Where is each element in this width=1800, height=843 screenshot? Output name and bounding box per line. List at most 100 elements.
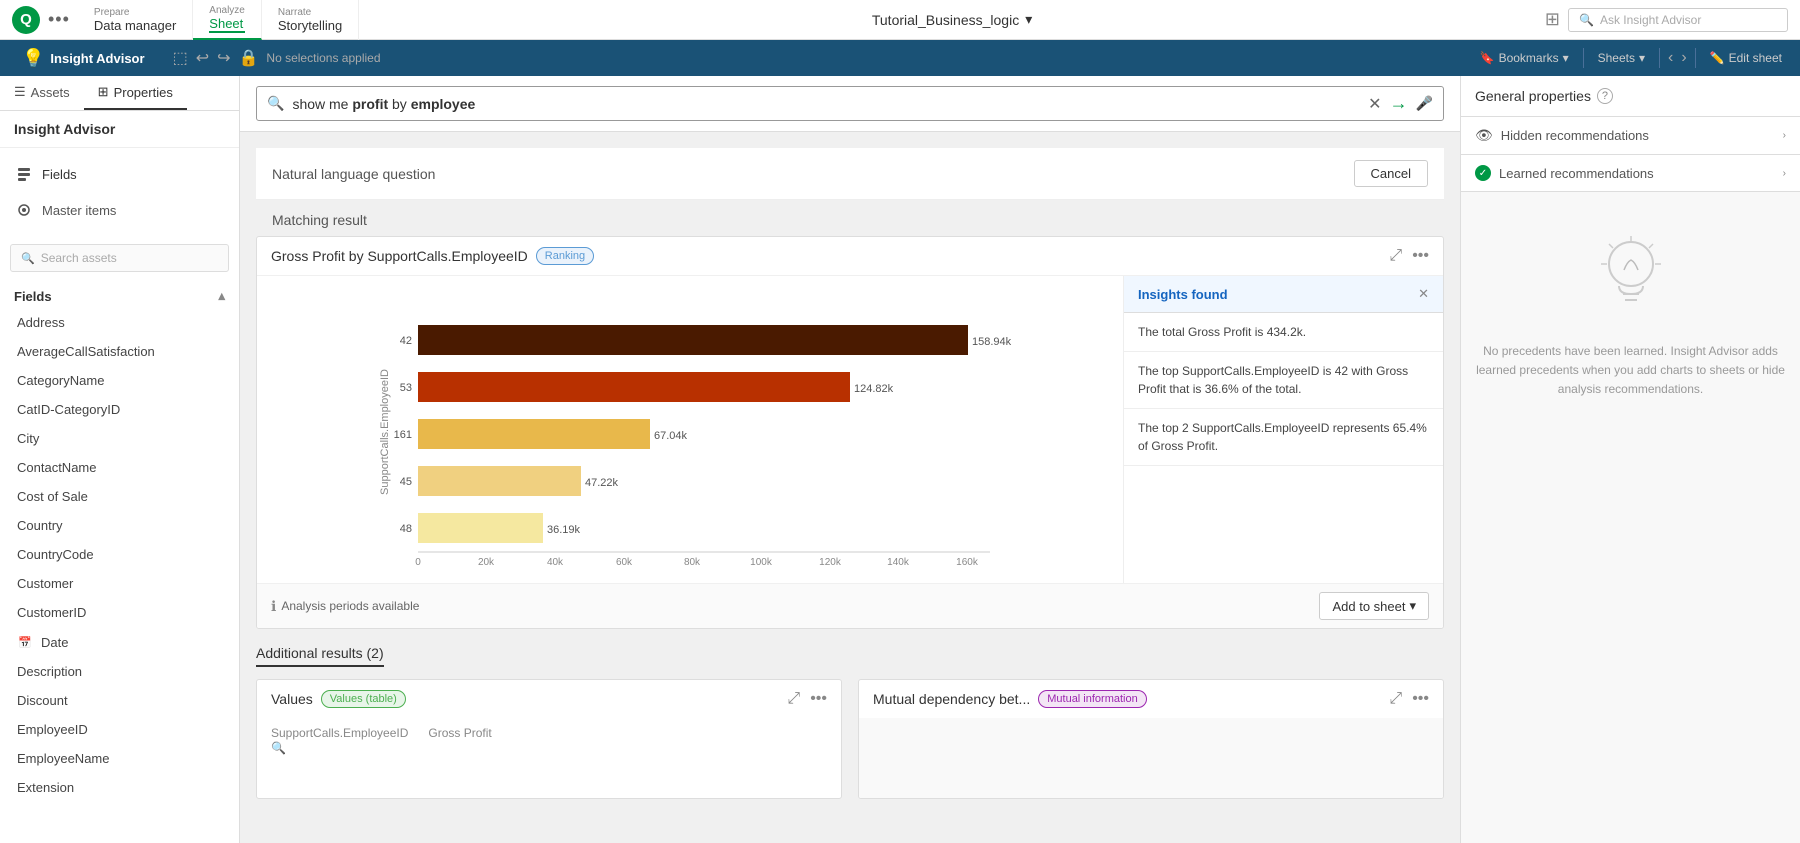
qlik-logo: Q bbox=[12, 6, 40, 34]
nav-fields[interactable]: Fields bbox=[0, 156, 239, 192]
no-selection-label: No selections applied bbox=[266, 51, 380, 65]
submit-query-button[interactable]: → bbox=[1390, 93, 1408, 114]
field-costofsale-text: Cost of Sale bbox=[17, 489, 88, 504]
lightbulb-illustration bbox=[1591, 232, 1671, 322]
field-item-discount[interactable]: Discount bbox=[0, 686, 239, 715]
fields-list: Address AverageCallSatisfaction Category… bbox=[0, 308, 239, 843]
sheets-button[interactable]: Sheets ▾ bbox=[1592, 49, 1651, 67]
ask-insight-input[interactable]: 🔍 Ask Insight Advisor bbox=[1568, 8, 1788, 32]
field-item-countrycode[interactable]: CountryCode bbox=[0, 540, 239, 569]
date-calendar-icon: 📅 bbox=[17, 634, 33, 650]
clear-query-button[interactable]: ✕ bbox=[1368, 94, 1381, 114]
hidden-recommendations-header[interactable]: 👁 Hidden recommendations › bbox=[1461, 117, 1800, 154]
redo-icon[interactable]: ↪ bbox=[217, 48, 230, 68]
app-title[interactable]: Tutorial_Business_logic ▾ bbox=[872, 11, 1032, 28]
nav-more-button[interactable]: ••• bbox=[40, 9, 78, 30]
insights-found-header: Insights found ✕ bbox=[1124, 276, 1443, 313]
field-item-catid[interactable]: CatID-CategoryID bbox=[0, 395, 239, 424]
query-input-wrap[interactable]: 🔍 show me profit by employee ✕ → 🎤 bbox=[256, 86, 1444, 121]
field-countrycode-text: CountryCode bbox=[17, 547, 94, 562]
insight-advisor-brand: 💡 Insight Advisor bbox=[12, 48, 155, 69]
undo-icon[interactable]: ↩ bbox=[196, 48, 209, 68]
fields-section-header: Fields ▴ bbox=[0, 280, 239, 308]
hidden-recommendations-section: 👁 Hidden recommendations › bbox=[1461, 117, 1800, 155]
insight-item-1: The top SupportCalls.EmployeeID is 42 wi… bbox=[1124, 352, 1443, 409]
mutual-card-title: Mutual dependency bet... Mutual informat… bbox=[873, 690, 1147, 708]
col1-header-text: SupportCalls.EmployeeID bbox=[271, 726, 408, 740]
learned-rec-text: Learned recommendations bbox=[1499, 166, 1654, 181]
field-item-country[interactable]: Country bbox=[0, 511, 239, 540]
assets-icon: ☰ bbox=[14, 84, 26, 100]
nav-section-narrate[interactable]: Narrate Storytelling bbox=[262, 0, 359, 40]
field-item-contactname[interactable]: ContactName bbox=[0, 453, 239, 482]
insights-close-button[interactable]: ✕ bbox=[1418, 286, 1429, 302]
svg-text:40k: 40k bbox=[547, 557, 564, 568]
field-item-description[interactable]: Description bbox=[0, 657, 239, 686]
values-expand-button[interactable]: ⤢ bbox=[787, 690, 800, 708]
nav-section-analyze[interactable]: Analyze Sheet bbox=[193, 0, 262, 40]
nav-narrate-label: Narrate bbox=[278, 7, 342, 18]
mutual-more-button[interactable]: ••• bbox=[1412, 690, 1429, 708]
bookmarks-chevron: ▾ bbox=[1563, 51, 1569, 65]
prev-sheet-icon[interactable]: ‹ bbox=[1668, 49, 1673, 67]
bar-chart-svg: SupportCalls.EmployeeID 42 53 161 45 48 bbox=[273, 292, 1107, 572]
chart-more-button[interactable]: ••• bbox=[1412, 247, 1429, 265]
grid-view-button[interactable]: ⊞ bbox=[1545, 9, 1560, 30]
field-item-customer[interactable]: Customer bbox=[0, 569, 239, 598]
field-discount-text: Discount bbox=[17, 693, 68, 708]
mutual-badge: Mutual information bbox=[1038, 690, 1147, 708]
edit-sheet-label: Edit sheet bbox=[1729, 51, 1782, 65]
svg-text:0: 0 bbox=[415, 557, 421, 568]
tab-assets[interactable]: ☰ Assets bbox=[0, 76, 84, 110]
field-item-employeeid[interactable]: EmployeeID bbox=[0, 715, 239, 744]
qlik-q-logo: Q bbox=[12, 6, 40, 34]
nav-master-items[interactable]: Master items bbox=[0, 192, 239, 228]
toolbar-divider-2 bbox=[1659, 48, 1660, 68]
field-item-city[interactable]: City bbox=[0, 424, 239, 453]
nav-section-prepare[interactable]: Prepare Data manager bbox=[78, 0, 193, 40]
svg-text:42: 42 bbox=[400, 335, 412, 347]
nl-question-header: Natural language question Cancel bbox=[256, 148, 1444, 200]
field-item-avgcall[interactable]: AverageCallSatisfaction bbox=[0, 337, 239, 366]
learned-text-content: No precedents have been learned. Insight… bbox=[1475, 342, 1786, 400]
bookmarks-button[interactable]: 🔖 Bookmarks ▾ bbox=[1474, 49, 1575, 67]
add-to-sheet-button[interactable]: Add to sheet ▾ bbox=[1319, 592, 1429, 620]
lock-icon[interactable]: 🔒 bbox=[239, 48, 259, 68]
col1-search-icon[interactable]: 🔍 bbox=[271, 741, 286, 755]
field-item-address[interactable]: Address bbox=[0, 308, 239, 337]
field-date-text: Date bbox=[41, 635, 68, 650]
learned-rec-label: ✓ Learned recommendations bbox=[1475, 165, 1654, 181]
learned-recommendations-header[interactable]: ✓ Learned recommendations › bbox=[1461, 155, 1800, 191]
values-title-text: Values bbox=[271, 691, 313, 707]
query-bar: 🔍 show me profit by employee ✕ → 🎤 bbox=[240, 76, 1460, 132]
cancel-button[interactable]: Cancel bbox=[1354, 160, 1428, 187]
col1-header: SupportCalls.EmployeeID 🔍 bbox=[271, 726, 408, 755]
help-icon[interactable]: ? bbox=[1597, 88, 1613, 104]
field-item-employeename[interactable]: EmployeeName bbox=[0, 744, 239, 773]
tab-properties[interactable]: ⊞ Properties bbox=[84, 76, 187, 110]
query-text-display: show me profit by employee bbox=[292, 96, 1360, 112]
selection-box-icon[interactable]: ⬚ bbox=[173, 48, 188, 68]
svg-text:48: 48 bbox=[400, 523, 412, 535]
edit-sheet-button[interactable]: ✏️ Edit sheet bbox=[1704, 49, 1788, 67]
mutual-expand-button[interactable]: ⤢ bbox=[1389, 690, 1402, 708]
values-more-button[interactable]: ••• bbox=[810, 690, 827, 708]
analysis-periods-text: Analysis periods available bbox=[281, 599, 419, 613]
top-navigation: Q ••• Prepare Data manager Analyze Sheet… bbox=[0, 0, 1800, 40]
field-item-extension[interactable]: Extension bbox=[0, 773, 239, 802]
app-title-chevron: ▾ bbox=[1025, 11, 1032, 28]
next-sheet-icon[interactable]: › bbox=[1681, 49, 1686, 67]
mic-button[interactable]: 🎤 bbox=[1416, 95, 1433, 112]
field-item-catname[interactable]: CategoryName bbox=[0, 366, 239, 395]
nav-analyze-label: Analyze bbox=[209, 5, 245, 16]
right-panel-title-text: General properties ? bbox=[1475, 88, 1613, 104]
expand-chart-button[interactable]: ⤢ bbox=[1389, 247, 1402, 265]
field-item-customerid[interactable]: CustomerID bbox=[0, 598, 239, 627]
fields-collapse-icon[interactable]: ▴ bbox=[218, 288, 225, 304]
values-badge: Values (table) bbox=[321, 690, 406, 708]
properties-label: Properties bbox=[114, 85, 173, 100]
search-icon: 🔍 bbox=[21, 252, 35, 265]
field-item-date[interactable]: 📅 Date bbox=[0, 627, 239, 657]
search-assets-input[interactable]: 🔍 Search assets bbox=[10, 244, 229, 272]
field-item-costofsale[interactable]: Cost of Sale bbox=[0, 482, 239, 511]
